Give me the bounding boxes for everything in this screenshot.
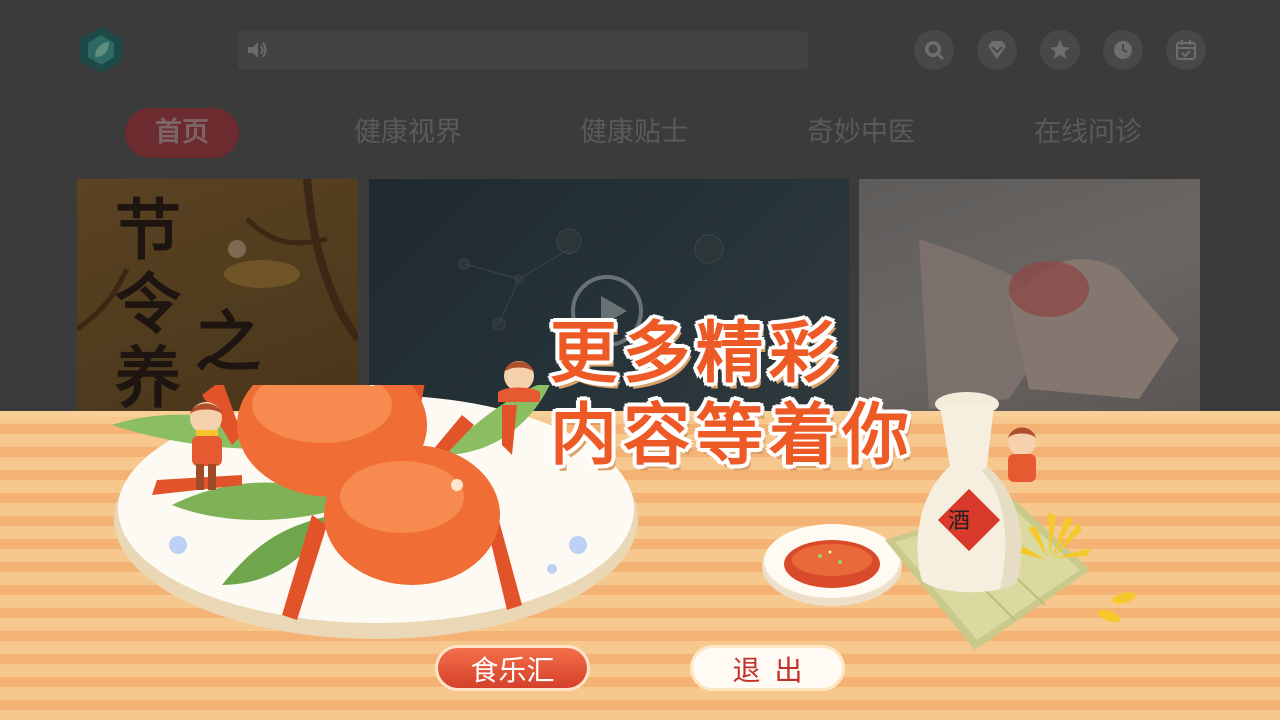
history-clock-icon[interactable]: [1103, 30, 1143, 70]
tab-chinese-medicine[interactable]: 奇妙中医: [783, 108, 939, 158]
headline-line-2: 内容等着你: [549, 395, 915, 476]
petals-illustration: [1097, 592, 1136, 623]
card-calligraphy-2: 之: [195, 303, 261, 381]
exit-button[interactable]: 退出: [690, 645, 845, 691]
sauce-dish-illustration: [762, 524, 902, 606]
app-logo: [80, 27, 122, 73]
card-calligraphy: 节令养: [115, 191, 181, 417]
tab-health-tips[interactable]: 健康贴士: [556, 108, 712, 158]
favorites-star-icon[interactable]: [1040, 30, 1080, 70]
food-collection-button[interactable]: 食乐汇: [435, 645, 590, 691]
headline-line-1: 更多精彩: [549, 313, 842, 394]
cartoon-child-center-illustration: [498, 361, 540, 402]
tab-home[interactable]: 首页: [125, 108, 239, 158]
cartoon-child-right-illustration: [1008, 427, 1036, 482]
nav-tab-bar: 首页 健康视界 健康贴士 奇妙中医 在线问诊: [0, 108, 1280, 158]
cartoon-child-left-illustration: [190, 402, 222, 490]
header-icon-group: [914, 30, 1206, 70]
app-root: 首页 健康视界 健康贴士 奇妙中医 在线问诊 节令养 之 酒 更多精彩 内容等着…: [0, 0, 1280, 720]
content-card-seasonal[interactable]: 节令养 之: [77, 179, 358, 419]
vip-diamond-icon[interactable]: [977, 30, 1017, 70]
tab-online-consult[interactable]: 在线问诊: [1010, 108, 1166, 158]
speaker-icon: [248, 42, 267, 58]
promo-headline: 更多精彩 内容等着你: [549, 312, 950, 476]
calendar-icon[interactable]: [1166, 30, 1206, 70]
bottle-label: 酒: [947, 509, 970, 534]
chrysanthemum-illustration: [1020, 513, 1090, 560]
search-icon[interactable]: [914, 30, 954, 70]
tab-health-vision[interactable]: 健康视界: [330, 108, 486, 158]
search-bar[interactable]: [238, 31, 808, 69]
